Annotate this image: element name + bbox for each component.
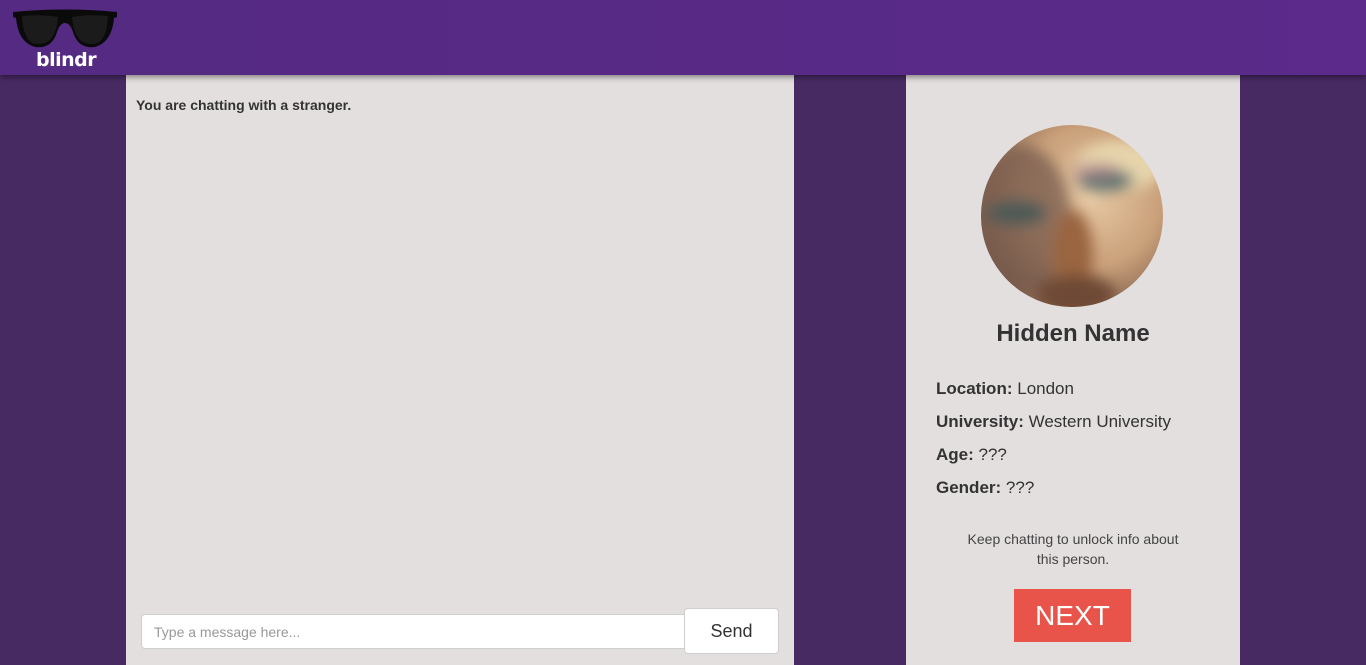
info-label: Location: <box>936 379 1013 398</box>
info-value: ??? <box>1005 478 1035 497</box>
profile-name: Hidden Name <box>996 320 1150 347</box>
info-label: Age: <box>936 445 974 464</box>
top-bar: blindr <box>0 0 1366 75</box>
info-value: London <box>1017 379 1074 398</box>
next-button[interactable]: NEXT <box>1014 589 1131 642</box>
logo-text: blindr <box>36 49 97 71</box>
blindr-logo[interactable]: blindr <box>12 8 118 71</box>
info-location: Location: London <box>936 379 1074 399</box>
info-gender: Gender: ??? <box>936 478 1034 498</box>
unlock-note: Keep chatting to unlock info about this … <box>967 531 1179 567</box>
info-label: Gender: <box>936 478 1002 497</box>
blurred-avatar <box>981 125 1163 307</box>
info-value: ??? <box>978 445 1007 464</box>
sunglasses-icon <box>13 9 117 48</box>
send-button[interactable]: Send <box>684 608 779 654</box>
chat-status-text: You are chatting with a stranger. <box>136 97 352 113</box>
chat-panel: You are chatting with a stranger. Send <box>126 75 794 665</box>
info-university: University: Western University <box>936 412 1171 432</box>
info-age: Age: ??? <box>936 445 1007 465</box>
message-input[interactable] <box>141 614 687 649</box>
info-label: University: <box>936 412 1024 431</box>
profile-panel: Hidden Name Location: London University:… <box>906 75 1240 665</box>
info-value: Western University <box>1028 412 1171 431</box>
